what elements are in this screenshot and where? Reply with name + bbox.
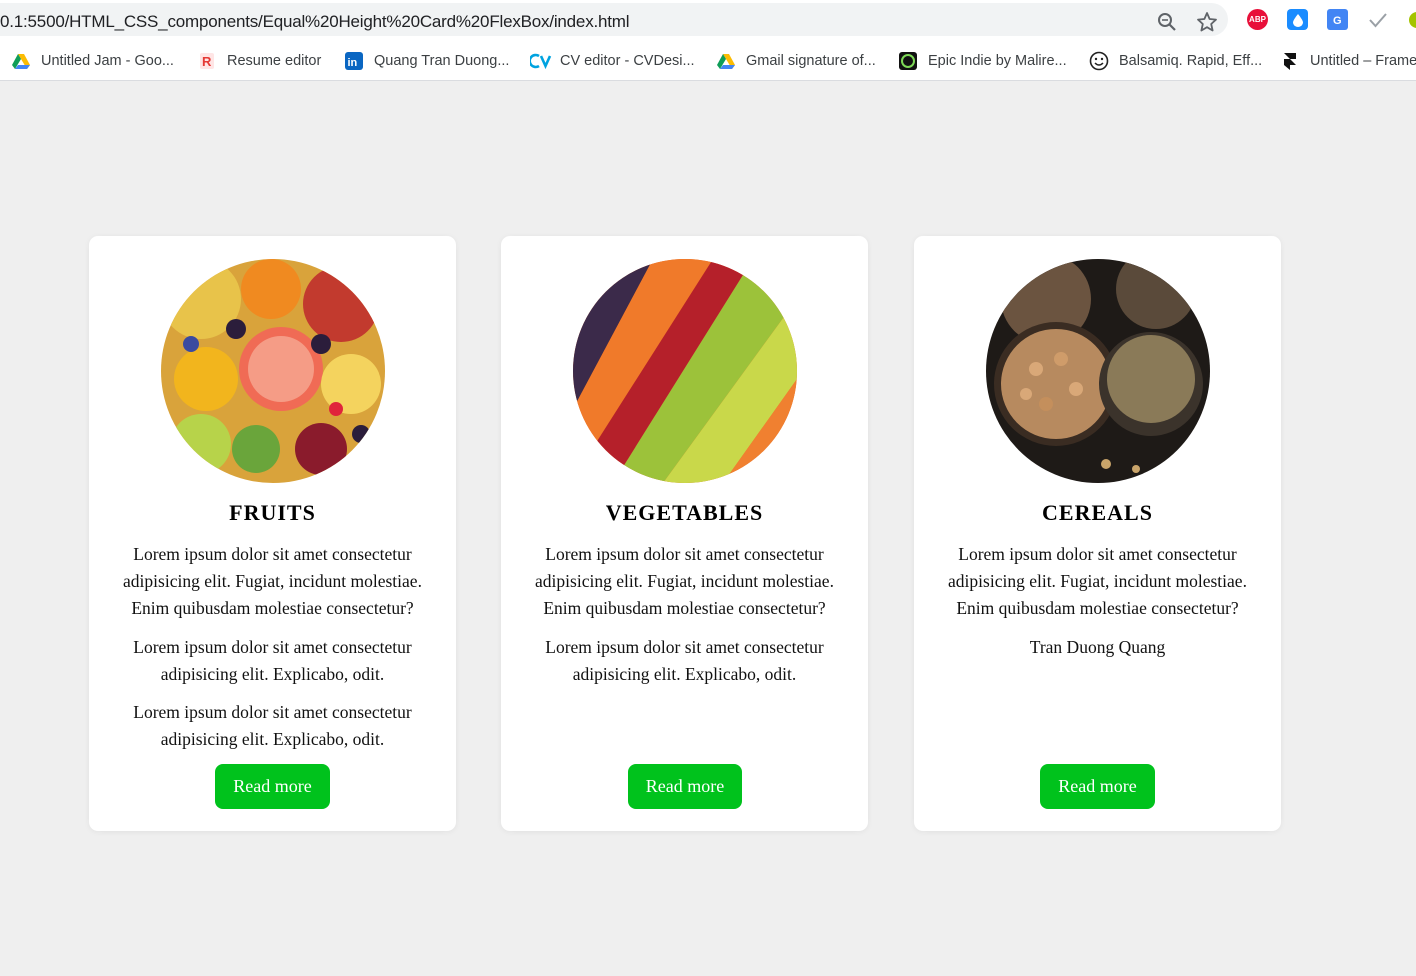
- resume-r-icon: R: [197, 51, 217, 71]
- bookmarks-bar: Untitled Jam - Goo... R Resume editor in…: [0, 40, 1416, 81]
- card-paragraph: Lorem ipsum dolor sit amet consectetur a…: [948, 544, 1247, 618]
- fruits-image: [161, 259, 385, 483]
- card-cereals: CEREALS Lorem ipsum dolor sit amet conse…: [914, 236, 1281, 831]
- bookmark-label: Gmail signature of...: [746, 53, 876, 69]
- card-title: FRUITS: [229, 500, 316, 525]
- bookmark-item[interactable]: Gmail signature of...: [716, 50, 876, 72]
- bookmark-item[interactable]: Epic Indie by Malire...: [898, 50, 1067, 72]
- read-more-button[interactable]: Read more: [215, 764, 330, 809]
- card-vegetables: VEGETABLES Lorem ipsum dolor sit amet co…: [501, 236, 868, 831]
- vegetables-image: [573, 259, 797, 483]
- bookmark-label: Balsamiq. Rapid, Eff...: [1119, 53, 1263, 69]
- cereals-image: [986, 259, 1210, 483]
- bookmark-item[interactable]: Untitled Jam - Goo...: [11, 50, 174, 72]
- bookmark-label: Epic Indie by Malire...: [928, 53, 1067, 69]
- checkmark-icon[interactable]: [1367, 9, 1389, 31]
- bookmark-label: CV editor - CVDesi...: [560, 53, 695, 69]
- adblock-plus-icon[interactable]: ABP: [1247, 9, 1268, 30]
- epic-indie-icon: [898, 51, 918, 71]
- svg-text:in: in: [348, 57, 358, 69]
- bookmark-label: Resume editor: [227, 53, 322, 69]
- card-title: CEREALS: [1042, 500, 1153, 525]
- svg-text:R: R: [202, 54, 212, 69]
- bookmark-item[interactable]: R Resume editor: [197, 50, 321, 72]
- card-author: Tran Duong Quang: [1029, 637, 1166, 657]
- card-paragraph: Lorem ipsum dolor sit amet consectetur a…: [123, 544, 422, 618]
- address-url[interactable]: 0.1:5500/HTML_CSS_components/Equal%20Hei…: [0, 12, 630, 32]
- extension-partial-icon[interactable]: [1406, 9, 1416, 31]
- card-paragraph: Lorem ipsum dolor sit amet consectetur a…: [133, 702, 412, 749]
- cv-icon: [528, 51, 552, 71]
- card-title: VEGETABLES: [605, 500, 764, 525]
- bookmark-item[interactable]: in Quang Tran Duong...: [344, 50, 509, 72]
- smiley-icon: [1089, 51, 1109, 71]
- bookmark-label: Untitled – Frame: [1310, 53, 1416, 69]
- address-bar[interactable]: 0.1:5500/HTML_CSS_components/Equal%20Hei…: [0, 3, 1228, 36]
- bookmark-item[interactable]: Balsamiq. Rapid, Eff...: [1089, 50, 1262, 72]
- bookmark-label: Untitled Jam - Goo...: [41, 53, 174, 69]
- browser-toolbar: 0.1:5500/HTML_CSS_components/Equal%20Hei…: [0, 0, 1416, 40]
- framer-icon: [1280, 51, 1300, 71]
- zoom-icon[interactable]: [1156, 11, 1178, 33]
- bookmark-item[interactable]: Untitled – Frame: [1280, 50, 1416, 72]
- linkedin-icon: in: [344, 51, 364, 71]
- card-fruits: FRUITS Lorem ipsum dolor sit amet consec…: [89, 236, 456, 831]
- google-translate-icon[interactable]: G: [1327, 9, 1348, 30]
- bookmark-item[interactable]: CV editor - CVDesi...: [528, 50, 695, 72]
- svg-text:G: G: [1333, 15, 1342, 27]
- bookmark-star-icon[interactable]: [1196, 11, 1218, 33]
- bookmark-label: Quang Tran Duong...: [374, 53, 510, 69]
- google-drive-icon: [716, 51, 736, 71]
- read-more-button[interactable]: Read more: [1040, 764, 1155, 809]
- card-paragraph: Lorem ipsum dolor sit amet consectetur a…: [535, 544, 834, 618]
- water-drop-icon[interactable]: [1287, 9, 1308, 30]
- card-paragraph: Lorem ipsum dolor sit amet consectetur a…: [133, 637, 412, 684]
- google-drive-icon: [11, 51, 31, 71]
- read-more-button[interactable]: Read more: [628, 764, 742, 809]
- card-paragraph: Lorem ipsum dolor sit amet consectetur a…: [545, 637, 824, 684]
